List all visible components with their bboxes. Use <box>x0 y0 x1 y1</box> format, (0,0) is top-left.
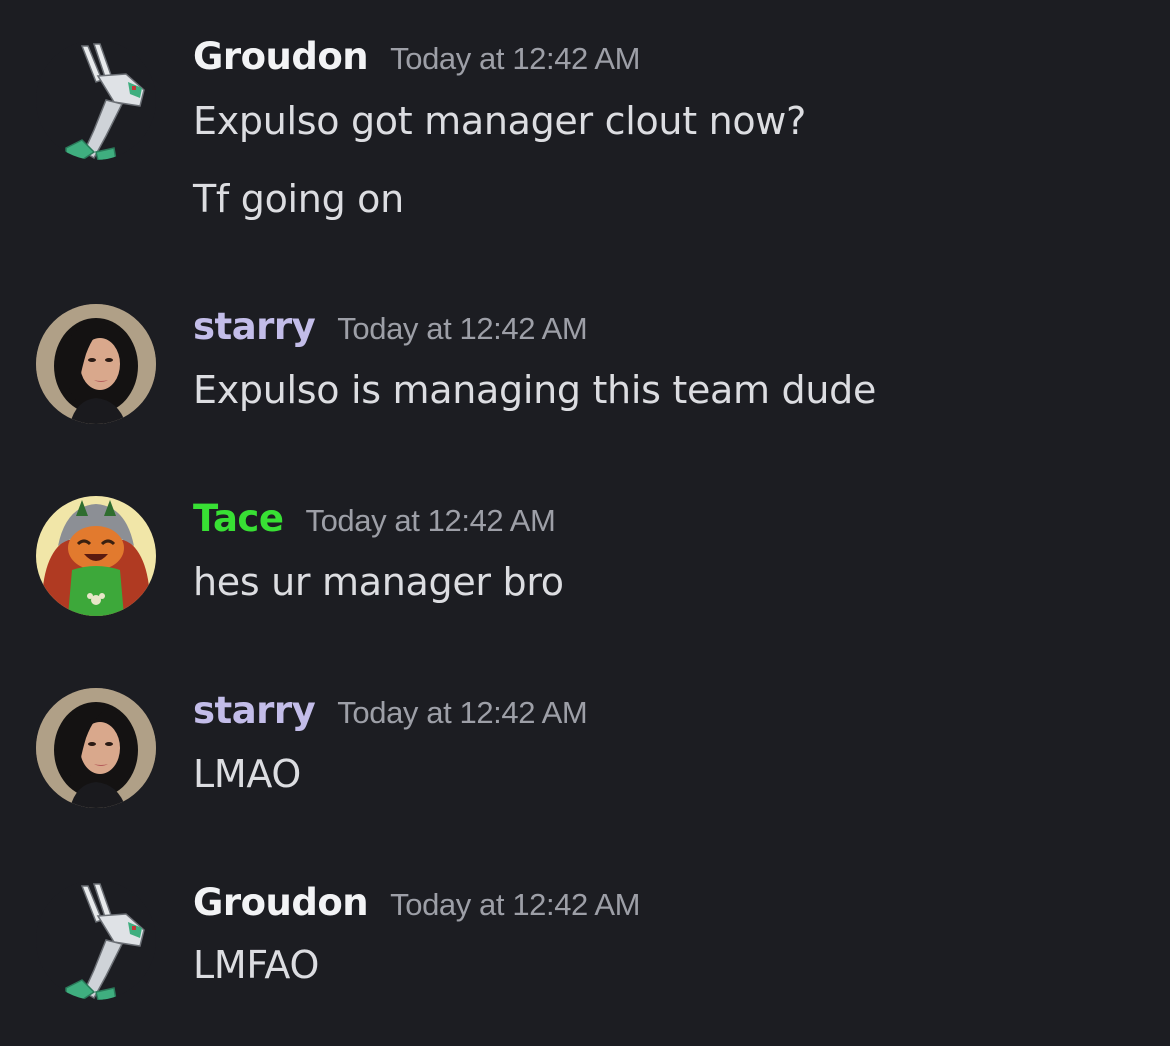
dark-haired-woman-photo-avatar <box>36 688 156 808</box>
message-text: LMAO <box>193 752 301 796</box>
avatar[interactable] <box>36 688 156 808</box>
message-header: Groudon Today at 12:42 AM <box>193 32 641 82</box>
message-header: Groudon Today at 12:42 AM <box>193 878 641 928</box>
avatar[interactable] <box>36 304 156 424</box>
chat-message-list: Groudon Today at 12:42 AM Expulso got man… <box>0 0 1170 1046</box>
username[interactable]: Groudon <box>193 881 369 924</box>
message-text: Expulso is managing this team dude <box>193 368 877 412</box>
username[interactable]: Tace <box>193 497 284 540</box>
username[interactable]: starry <box>193 689 316 732</box>
message-header: Tace Today at 12:42 AM <box>193 494 556 544</box>
message-timestamp: Today at 12:42 AM <box>305 503 556 538</box>
message-header: starry Today at 12:42 AM <box>193 686 588 736</box>
dark-haired-woman-photo-avatar <box>36 304 156 424</box>
white-green-pixel-creature-icon <box>36 880 156 1000</box>
message-text: Expulso got manager clout now? <box>193 99 806 143</box>
avatar[interactable] <box>36 880 156 1000</box>
message-timestamp: Today at 12:42 AM <box>390 887 641 922</box>
message-timestamp: Today at 12:42 AM <box>390 41 641 76</box>
username[interactable]: Groudon <box>193 35 369 78</box>
message-text: hes ur manager bro <box>193 560 564 604</box>
white-green-pixel-creature-icon <box>36 40 156 160</box>
message-timestamp: Today at 12:42 AM <box>337 695 588 730</box>
avatar[interactable] <box>36 40 156 160</box>
message-header: starry Today at 12:42 AM <box>193 302 588 352</box>
message-text: LMFAO <box>193 943 320 987</box>
green-orange-cartoon-character-avatar <box>36 496 156 616</box>
message-text: Tf going on <box>193 177 404 221</box>
avatar[interactable] <box>36 496 156 616</box>
message-timestamp: Today at 12:42 AM <box>337 311 588 346</box>
username[interactable]: starry <box>193 305 316 348</box>
